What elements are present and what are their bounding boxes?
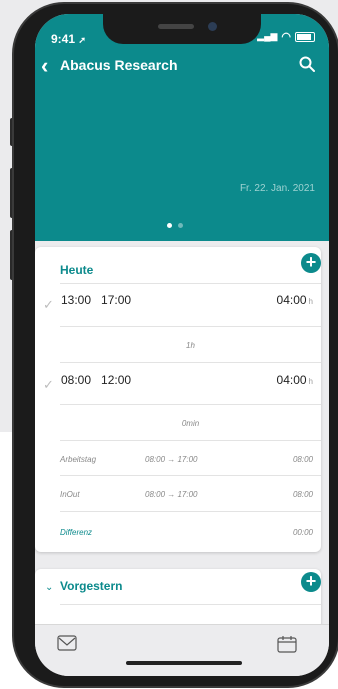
- summary-range: 08:00 → 17:00: [145, 490, 198, 499]
- difference-label: Differenz: [60, 528, 93, 537]
- page-indicator[interactable]: [167, 223, 183, 228]
- entry-duration: 04:00 h: [276, 373, 313, 387]
- camera: [208, 22, 217, 31]
- back-chevron-icon[interactable]: ‹: [41, 55, 48, 77]
- summary-value: 08:00: [292, 455, 313, 464]
- mail-icon[interactable]: [57, 635, 77, 651]
- location-arrow-icon: ➚: [78, 35, 86, 45]
- break-duration: 0min: [181, 419, 200, 428]
- status-icons: ▂▄▆ ◠: [257, 30, 315, 43]
- tab-bar: [35, 624, 329, 676]
- summary-value: 08:00: [292, 490, 313, 499]
- divider: [60, 326, 321, 327]
- entry-duration: 04:00 h: [276, 293, 313, 307]
- entry-time-range[interactable]: 13:00 17:00: [61, 293, 131, 307]
- add-entry-button[interactable]: +: [301, 253, 321, 273]
- divider: [60, 440, 321, 441]
- notch: [103, 14, 261, 44]
- divider: [60, 511, 321, 512]
- entry-time-range[interactable]: 08:00 12:00: [61, 373, 131, 387]
- check-icon: ✓: [43, 297, 54, 312]
- app-screen: 9:41 ➚ ▂▄▆ ◠ ‹ Abacus Research Fr. 22. J…: [35, 14, 329, 676]
- break-duration: 1h: [186, 341, 195, 350]
- summary-label: Arbeitstag: [60, 455, 97, 464]
- page-dot-2[interactable]: [178, 223, 183, 228]
- calendar-icon[interactable]: [277, 635, 297, 653]
- search-icon[interactable]: [299, 56, 315, 72]
- hero-date: Fr. 22. Jan. 2021: [239, 183, 315, 194]
- battery-icon: [295, 31, 315, 42]
- difference-value: 00:00: [292, 528, 313, 537]
- status-time: 9:41 ➚: [51, 32, 86, 46]
- page-title: Abacus Research: [60, 57, 178, 73]
- summary-range: 08:00 → 17:00: [145, 455, 198, 464]
- chevron-down-icon[interactable]: ⌄: [45, 582, 53, 593]
- divider: [60, 475, 321, 476]
- divider: [60, 283, 321, 284]
- wifi-icon: ◠: [281, 31, 291, 43]
- signal-icon: ▂▄▆: [257, 31, 278, 41]
- divider: [60, 362, 321, 363]
- summary-label: InOut: [60, 490, 80, 499]
- divider: [60, 604, 321, 605]
- hero-header: 9:41 ➚ ▂▄▆ ◠ ‹ Abacus Research Fr. 22. J…: [35, 14, 329, 241]
- divider: [60, 404, 321, 405]
- home-indicator[interactable]: [126, 661, 242, 665]
- check-icon: ✓: [43, 377, 54, 392]
- speaker: [158, 24, 194, 29]
- previous-title[interactable]: Vorgestern: [60, 579, 122, 593]
- add-entry-button[interactable]: +: [301, 572, 321, 592]
- page-dot-1[interactable]: [167, 223, 172, 228]
- previous-card[interactable]: ⌄ Vorgestern +: [35, 569, 321, 629]
- today-card: Heute + ✓ 13:00 17:00 04:00 h 1h ✓ 08:00 …: [35, 247, 321, 552]
- today-title: Heute: [60, 263, 94, 277]
